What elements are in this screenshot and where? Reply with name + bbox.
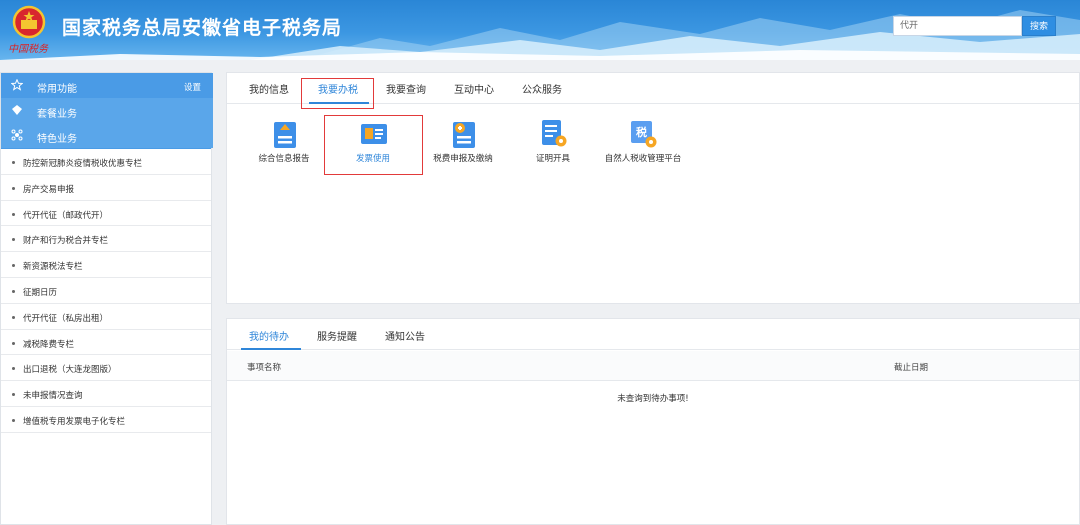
svg-text:税: 税 (636, 125, 647, 139)
tab-my-info[interactable]: 我的信息 (249, 81, 289, 96)
sidebar-item[interactable]: 房产交易申报 (1, 175, 211, 201)
sidebar-item[interactable]: 代开代征（邮政代开） (1, 201, 211, 227)
bullet-icon (12, 393, 15, 397)
tax-declare-icon (453, 122, 475, 148)
todo-table-header: 事项名称 截止日期 (227, 351, 1079, 381)
bullet-icon (12, 315, 15, 319)
tab-interaction[interactable]: 互动中心 (454, 81, 494, 96)
active-tab-underline (241, 348, 301, 350)
tab-notice[interactable]: 通知公告 (385, 328, 425, 343)
sidebar-item[interactable]: 代开代征（私房出租） (1, 304, 211, 330)
sidebar-item[interactable]: 财产和行为税合并专栏 (1, 226, 211, 253)
todo-panel: 我的待办 服务提醒 通知公告 事项名称 截止日期 未查询到待办事项! (226, 318, 1080, 525)
bullet-icon (12, 161, 15, 164)
sidebar-top-label: 常用功能 (37, 84, 77, 95)
bullet-icon (12, 186, 15, 190)
sidebar-package-business[interactable]: 套餐业务 (1, 98, 213, 123)
star-icon (11, 79, 23, 91)
sidebar-top-label: 特色业务 (37, 134, 77, 145)
sidebar-item[interactable]: 出口退税（大连龙图版） (1, 355, 211, 382)
highlight-tab-box (301, 78, 374, 109)
empty-todo-message: 未查询到待办事项! (617, 394, 689, 404)
tab-my-todo[interactable]: 我的待办 (249, 328, 289, 343)
search-button[interactable]: 搜索 (1022, 16, 1056, 36)
bullet-icon (12, 367, 15, 371)
gem-icon (12, 105, 22, 115)
bullet-icon (12, 418, 15, 422)
search-input[interactable]: 代开 (893, 16, 1022, 36)
tab-public-service[interactable]: 公众服务 (522, 81, 562, 96)
bullet-icon (12, 212, 15, 216)
header-banner: 中国税务 国家税务总局安徽省电子税务局 代开 搜索 (0, 0, 1080, 60)
personal-tax-icon: 税 (631, 121, 657, 148)
bullet-icon (12, 341, 15, 345)
bullet-icon (12, 264, 15, 268)
column-deadline: 截止日期 (894, 363, 929, 373)
todo-tabs: 我的待办 服务提醒 通知公告 (227, 319, 1079, 350)
settings-link[interactable]: 设置 (184, 81, 201, 93)
certificate-icon (542, 120, 567, 147)
site-title: 国家税务总局安徽省电子税务局 (62, 17, 343, 39)
sidebar-common-functions[interactable]: 常用功能 设置 (1, 73, 213, 98)
sidebar-header: 常用功能 设置 套餐业务 特色业务 (1, 73, 213, 149)
services-panel: 我的信息 我要办税 我要查询 互动中心 公众服务 综合信息报告 发票使用 税费申… (226, 72, 1080, 304)
report-icon (274, 122, 296, 148)
column-item-name: 事项名称 (247, 363, 282, 373)
tab-service-reminder[interactable]: 服务提醒 (317, 328, 357, 343)
sidebar-item[interactable]: 减税降费专栏 (1, 330, 211, 356)
sidebar-item[interactable]: 增值税专用发票电子化专栏 (1, 407, 211, 433)
tab-query[interactable]: 我要查询 (386, 81, 426, 96)
header-slogan: 中国税务 (8, 44, 48, 55)
sidebar: 常用功能 设置 套餐业务 特色业务 防控新冠肺炎疫情税收优惠专栏 房产交易申报 … (0, 72, 213, 525)
highlight-service-box (324, 115, 423, 175)
sidebar-item[interactable]: 防控新冠肺炎疫情税收优惠专栏 (1, 149, 211, 175)
sidebar-item[interactable]: 未申报情况查询 (1, 381, 211, 407)
sidebar-item[interactable]: 新资源税法专栏 (1, 252, 211, 278)
bullet-icon (12, 238, 15, 242)
sidebar-item[interactable]: 征期日历 (1, 278, 211, 304)
sidebar-special-business[interactable]: 特色业务 (1, 123, 213, 148)
bullet-icon (12, 289, 15, 293)
sidebar-list: 防控新冠肺炎疫情税收优惠专栏 房产交易申报 代开代征（邮政代开） 财产和行为税合… (1, 149, 211, 433)
national-emblem-icon (12, 5, 46, 39)
sidebar-top-label: 套餐业务 (37, 109, 77, 120)
cluster-icon (11, 129, 23, 141)
